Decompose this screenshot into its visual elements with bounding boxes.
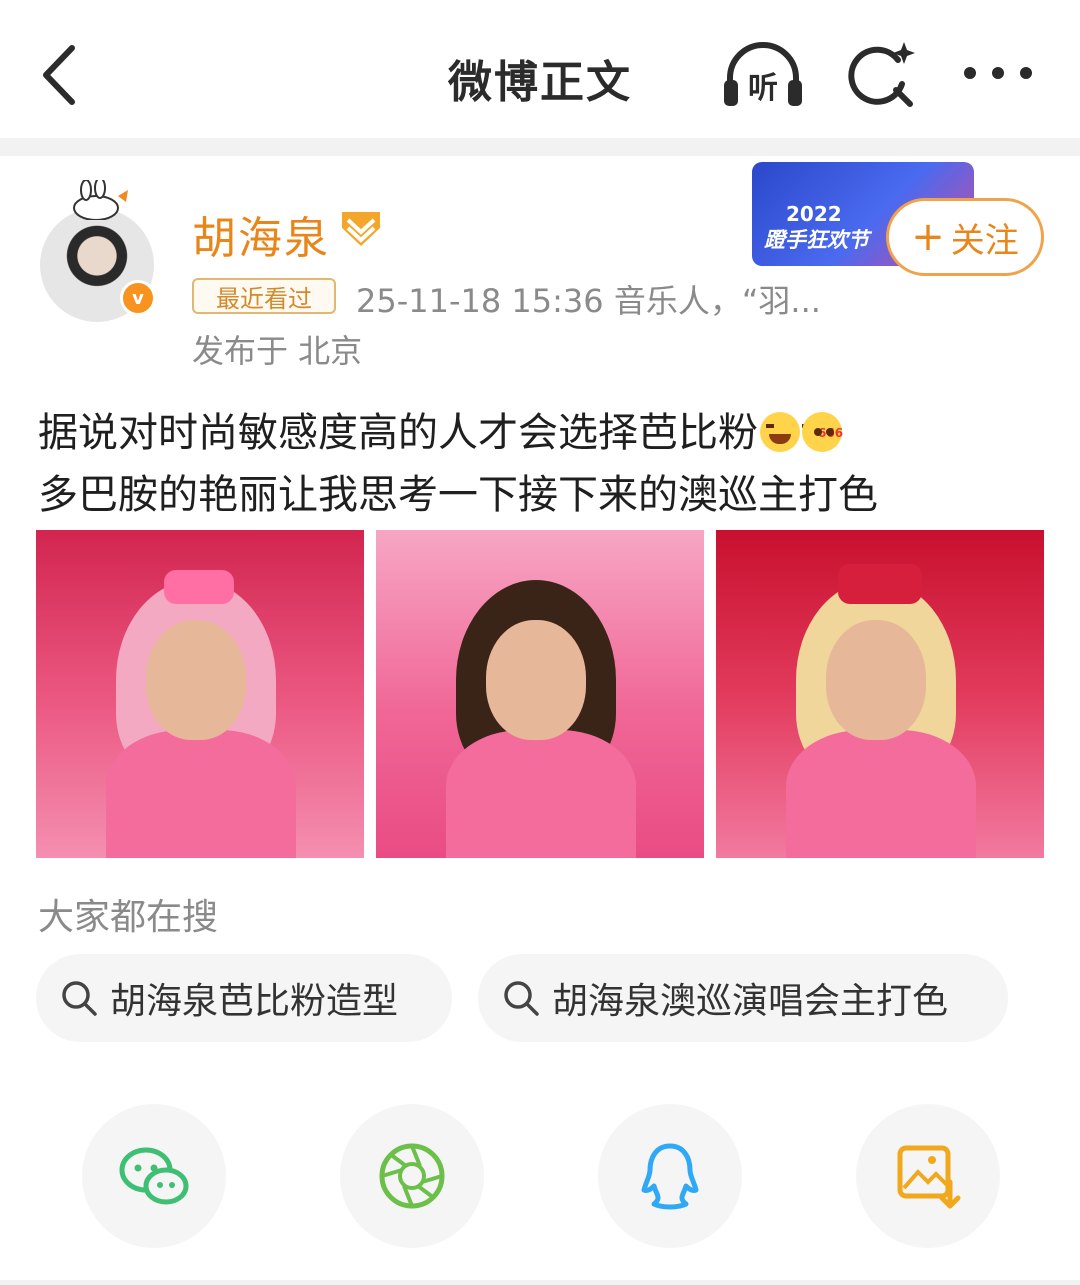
moments-icon — [379, 1143, 445, 1209]
follow-button[interactable]: + 关注 — [886, 198, 1044, 276]
author-name[interactable]: 胡海泉 — [192, 202, 330, 266]
listen-button[interactable]: 听 — [720, 40, 806, 110]
save-image-icon — [897, 1145, 961, 1209]
search-suggestion-label: 胡海泉芭比粉造型 — [110, 981, 399, 1022]
wechat-icon — [119, 1147, 189, 1205]
save-image-button[interactable] — [856, 1104, 1000, 1248]
event-year: 2022 — [786, 202, 842, 226]
post-location: 发布于 北京 — [192, 332, 363, 370]
post-image-1[interactable] — [36, 530, 364, 858]
more-dots-icon — [964, 67, 1032, 79]
follow-plus-icon: + — [911, 214, 945, 260]
more-button[interactable] — [960, 56, 1036, 90]
search-icon — [62, 981, 97, 1016]
search-button[interactable] — [846, 38, 918, 110]
share-moments-button[interactable] — [340, 1104, 484, 1248]
search-icon — [504, 981, 539, 1016]
search-suggestion-chip[interactable]: 胡海泉澳巡演唱会主打色 — [478, 954, 1008, 1042]
page-title: 微博正文 — [448, 57, 632, 108]
bottom-divider — [0, 1280, 1080, 1285]
event-name: 蹬手狂欢节 — [764, 228, 869, 252]
top-bar: 微博正文 听 — [0, 0, 1080, 138]
post-line-1: 据说对时尚敏感度高的人才会选择芭比粉 — [38, 402, 1048, 464]
section-divider — [0, 138, 1080, 156]
recently-viewed-tag: 最近看过 — [192, 278, 336, 314]
rank-chevron-badge-icon — [342, 212, 380, 246]
share-wechat-button[interactable] — [82, 1104, 226, 1248]
headphones-icon: 听 — [724, 42, 802, 106]
listen-label: 听 — [748, 71, 778, 106]
verified-badge-icon: v — [120, 280, 156, 316]
author-avatar[interactable]: v — [38, 180, 160, 322]
search-suggestion-label: 胡海泉澳巡演唱会主打色 — [552, 981, 949, 1022]
thinking-666-emoji-icon — [802, 402, 843, 464]
post-meta: 25-11-18 15:36 音乐人，“羽... — [356, 282, 821, 320]
post-line-1-text: 据说对时尚敏感度高的人才会选择芭比粉 — [38, 410, 758, 456]
follow-label: 关注 — [950, 220, 1019, 261]
share-qq-button[interactable] — [598, 1104, 742, 1248]
search-suggestion-chip[interactable]: 胡海泉芭比粉造型 — [36, 954, 452, 1042]
post-text: 据说对时尚敏感度高的人才会选择芭比粉 多巴胺的艳丽让我思考一下接下来的澳巡主打色 — [38, 402, 1048, 526]
post-image-2[interactable] — [376, 530, 704, 858]
laughing-tears-emoji-icon — [760, 412, 810, 452]
qq-icon — [641, 1143, 699, 1210]
post-image-3[interactable] — [716, 530, 1044, 858]
trending-search-title: 大家都在搜 — [38, 897, 219, 938]
search-sparkle-icon — [848, 42, 915, 107]
post-line-2: 多巴胺的艳丽让我思考一下接下来的澳巡主打色 — [38, 472, 878, 518]
bunny-decoration-icon — [73, 180, 128, 220]
